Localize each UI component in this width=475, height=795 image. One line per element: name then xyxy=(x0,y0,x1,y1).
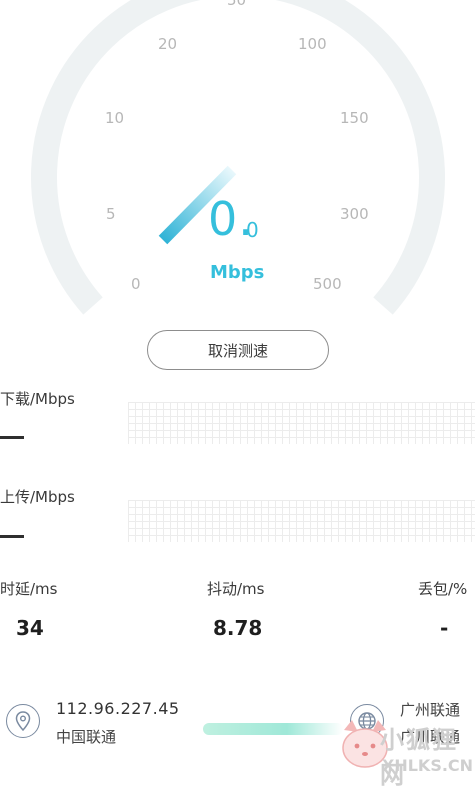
tick-label-0: 0 xyxy=(131,275,141,293)
latency-value: 34 xyxy=(16,616,44,640)
upload-value-dash xyxy=(0,535,24,538)
packet-loss-value: - xyxy=(440,616,449,640)
jitter-value: 8.78 xyxy=(213,616,263,640)
tick-label-300: 300 xyxy=(340,205,369,223)
tick-label-20: 20 xyxy=(158,35,178,53)
tick-label-50: 50 xyxy=(227,0,247,9)
speed-unit: Mbps xyxy=(210,262,265,283)
location-pin-icon xyxy=(6,704,40,738)
connection-bar xyxy=(203,723,343,735)
tick-label-10: 10 xyxy=(105,109,125,127)
tick-label-100: 100 xyxy=(298,35,327,53)
cancel-test-button[interactable]: 取消测速 xyxy=(147,330,329,370)
download-label: 下载/Mbps xyxy=(0,390,75,408)
jitter-label: 抖动/ms xyxy=(207,580,265,598)
tick-label-500: 500 xyxy=(313,275,342,293)
cancel-test-label: 取消测速 xyxy=(207,341,268,360)
download-graph xyxy=(128,402,475,444)
tick-label-5: 5 xyxy=(106,205,116,223)
latency-label: 时延/ms xyxy=(0,580,58,598)
upload-label: 上传/Mbps xyxy=(0,488,75,506)
speed-value-decimal: 0 xyxy=(246,218,259,242)
server-name: 广州联通 xyxy=(400,701,461,719)
packet-loss-label: 丢包/% xyxy=(418,580,468,598)
tick-label-150: 150 xyxy=(340,109,369,127)
download-value-dash xyxy=(0,436,24,439)
client-isp: 中国联通 xyxy=(56,728,117,746)
gauge-arc xyxy=(31,0,445,315)
upload-graph xyxy=(128,500,475,542)
client-ip: 112.96.227.45 xyxy=(56,699,180,718)
watermark-domain: XHLKS.CN xyxy=(382,756,474,775)
watermark-text: 小狐狸网 xyxy=(380,726,458,789)
